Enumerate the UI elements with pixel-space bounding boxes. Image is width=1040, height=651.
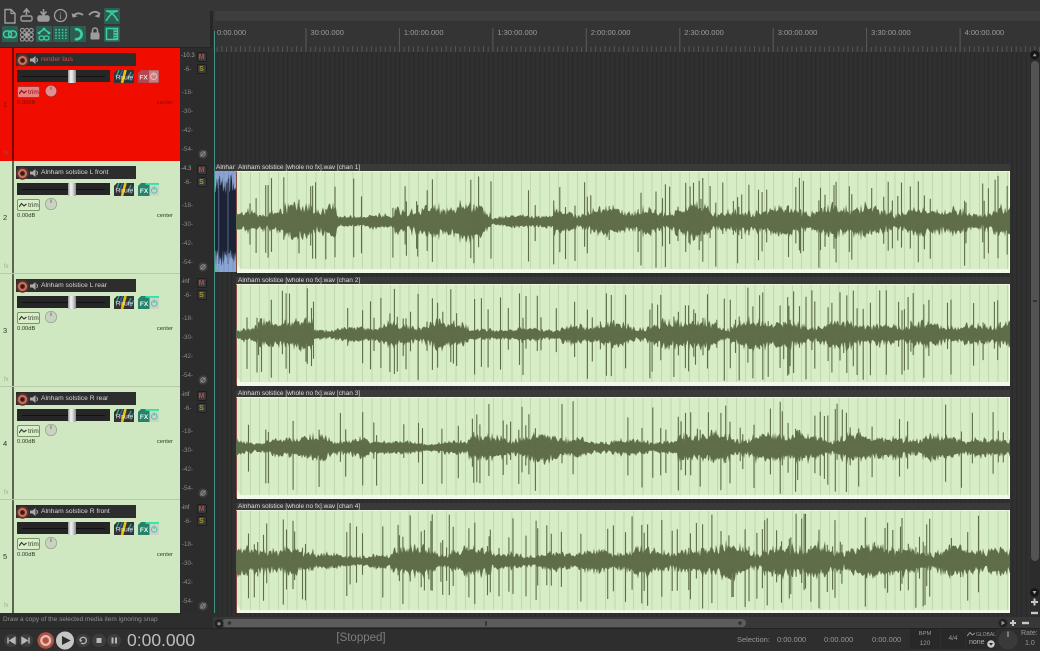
svg-text:0:00.000: 0:00.000	[217, 28, 246, 37]
svg-text:4:00:00.000: 4:00:00.000	[965, 28, 1005, 37]
svg-text:FX: FX	[139, 188, 148, 195]
svg-text:2:00:00.000: 2:00:00.000	[591, 28, 631, 37]
svg-text:i: i	[59, 11, 62, 21]
svg-text:2:30:00.000: 2:30:00.000	[684, 28, 724, 37]
svg-text:Route: Route	[115, 74, 133, 81]
svg-text:1:00:00.000: 1:00:00.000	[404, 28, 444, 37]
svg-text:Route: Route	[115, 300, 133, 307]
svg-text:FX: FX	[139, 301, 148, 308]
svg-text:3:00:00.000: 3:00:00.000	[778, 28, 818, 37]
svg-text:Route: Route	[115, 187, 133, 194]
svg-text:FX: FX	[139, 527, 148, 534]
svg-text:Route: Route	[115, 413, 133, 420]
svg-text:FX: FX	[139, 74, 148, 81]
svg-text:Route: Route	[115, 526, 133, 533]
svg-text:1:30:00.000: 1:30:00.000	[497, 28, 537, 37]
svg-text:FX: FX	[139, 414, 148, 421]
svg-text:30:00.000: 30:00.000	[311, 28, 344, 37]
svg-text:3:30:00.000: 3:30:00.000	[871, 28, 911, 37]
